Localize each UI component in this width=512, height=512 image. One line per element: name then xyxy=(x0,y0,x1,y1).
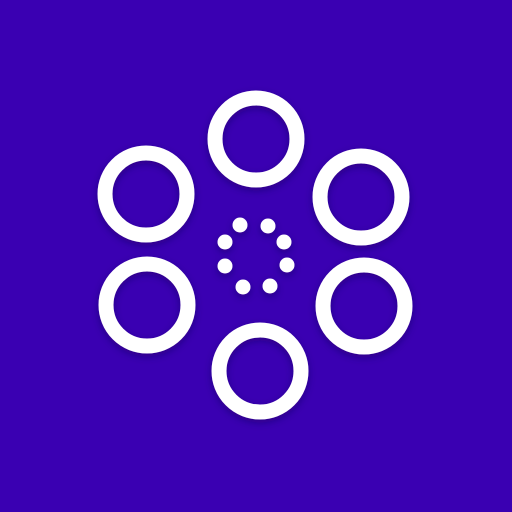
center-dot-2 xyxy=(260,218,276,234)
center-dot-4 xyxy=(279,257,295,273)
app-icon-canvas xyxy=(0,0,512,512)
center-dot-5 xyxy=(262,278,278,294)
center-dot-3 xyxy=(276,234,292,250)
center-dot-7 xyxy=(217,258,233,274)
background-fill xyxy=(0,0,512,512)
center-dot-6 xyxy=(235,279,251,295)
flower-dots-logo-icon xyxy=(0,0,512,512)
center-dot-8 xyxy=(217,234,233,250)
center-dot-1 xyxy=(232,217,248,233)
